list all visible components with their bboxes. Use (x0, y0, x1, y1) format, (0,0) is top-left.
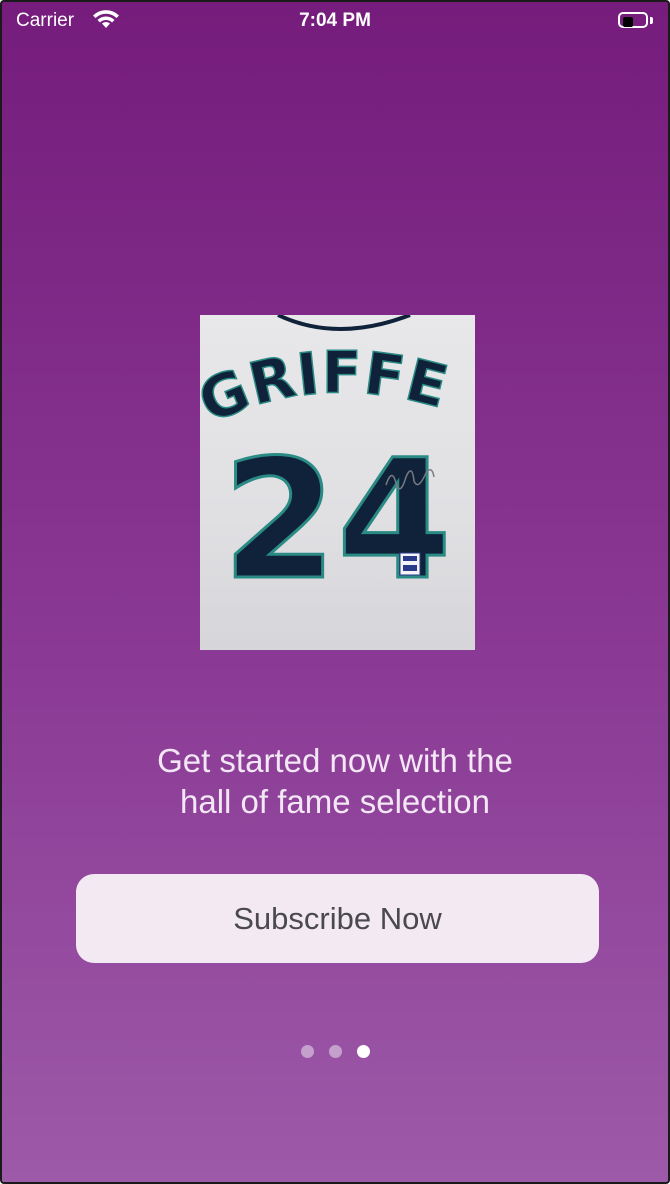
page-control[interactable] (2, 1045, 668, 1058)
clock-time: 7:04 PM (299, 10, 371, 31)
page-dot-3-active[interactable] (356, 1045, 370, 1058)
headline-text: Get started now with the hall of fame se… (62, 740, 608, 822)
headline-line-1: Get started now with the (157, 742, 513, 779)
jersey-number-text: 24 (222, 424, 452, 616)
headline-line-2: hall of fame selection (179, 783, 490, 820)
page-dot-1[interactable] (300, 1045, 314, 1058)
battery-icon (618, 12, 654, 30)
onboarding-screen: Carrier 7:04 PM GRIFFEY 24 (0, 0, 670, 1184)
jersey-image: GRIFFEY 24 (200, 315, 475, 650)
status-bar: Carrier 7:04 PM (2, 2, 668, 42)
jersey-name-text: GRIFFEY (200, 315, 455, 436)
page-dot-2[interactable] (328, 1045, 342, 1058)
subscribe-button[interactable]: Subscribe Now (76, 874, 599, 963)
